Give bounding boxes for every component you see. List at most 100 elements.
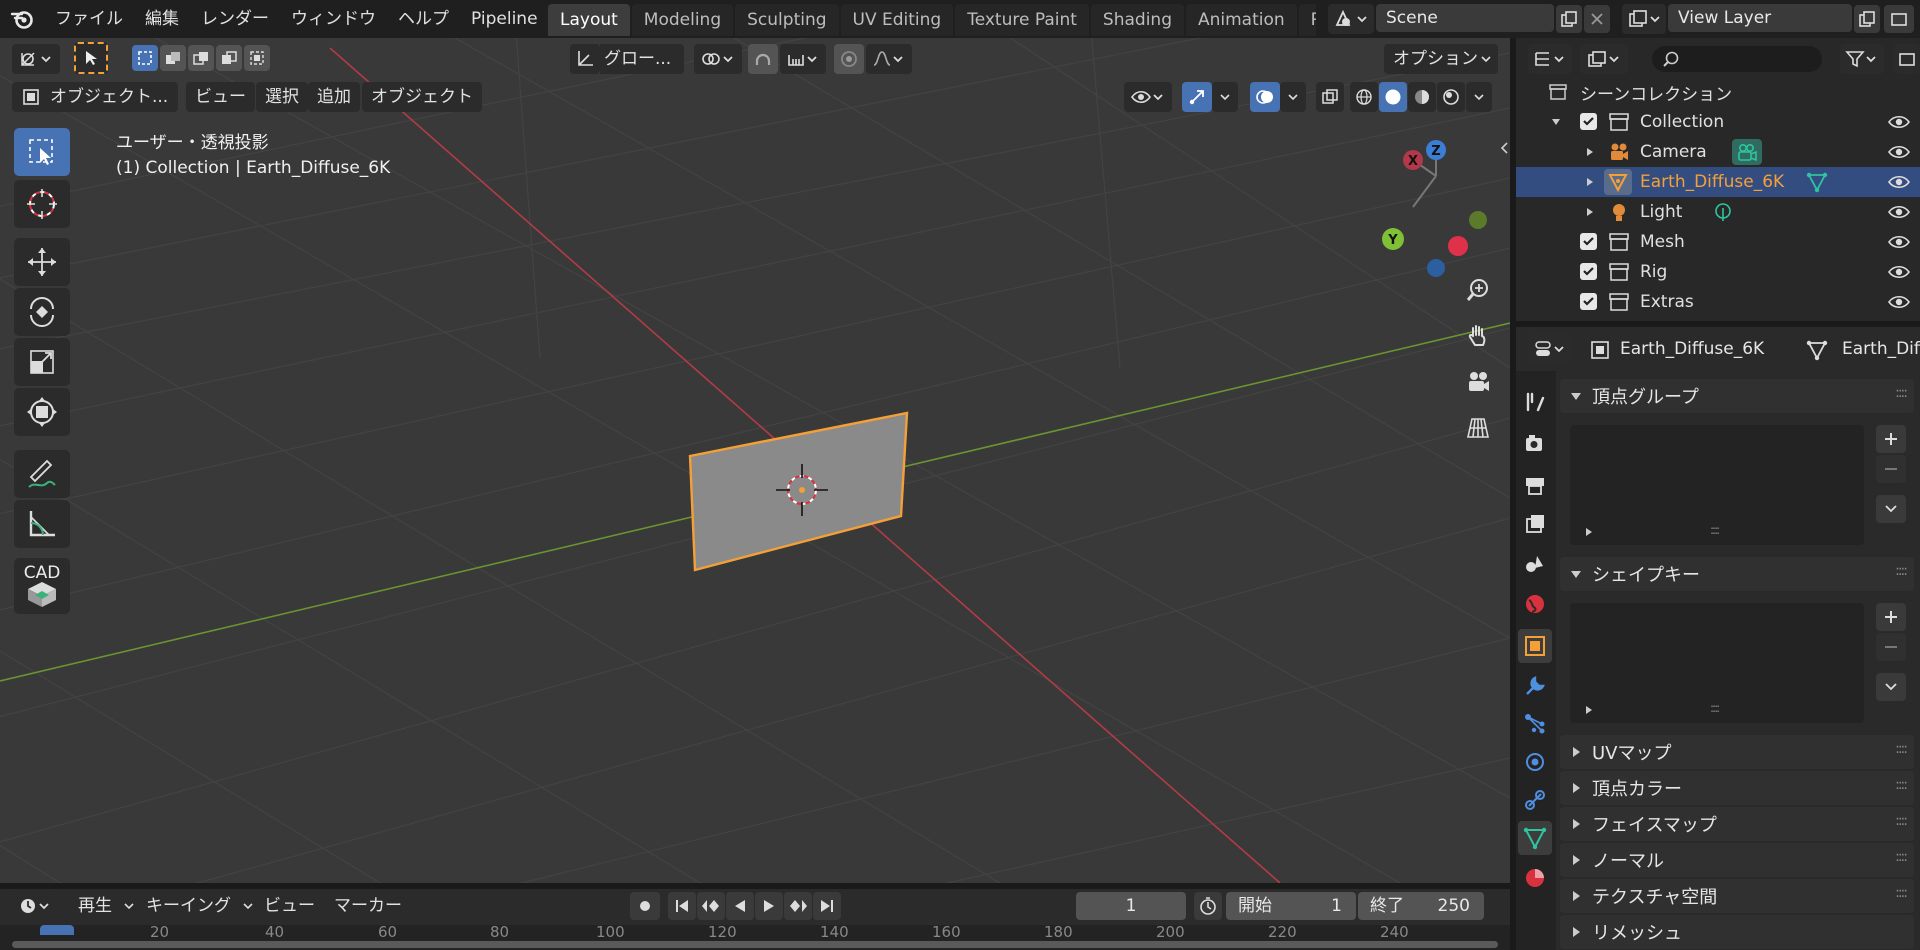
jump-end-icon[interactable] [813,892,841,920]
tab-physics-icon[interactable] [1518,745,1552,779]
tool-annotate[interactable] [14,450,70,498]
timeline-menu-playback[interactable]: 再生 [70,891,143,921]
face-maps-panel-header[interactable]: フェイスマップ :::: [1560,807,1914,841]
outliner-row-earth[interactable]: Earth_Diffuse_6K [1516,167,1920,197]
new-collection-icon[interactable] [1894,44,1920,74]
snap-toggle-icon[interactable] [748,44,778,74]
menu-help[interactable]: ヘルプ [387,4,460,34]
tab-texture-paint[interactable]: Texture Paint [955,4,1089,36]
tool-select-box[interactable] [14,128,70,176]
mode-difference-icon[interactable] [216,45,242,71]
prev-keyframe-icon[interactable] [697,892,725,920]
mode-intersect-icon[interactable] [244,45,270,71]
outliner-row-light[interactable]: Light [1516,197,1920,227]
overlays-toggle-icon[interactable] [1250,82,1280,112]
visibility-icon[interactable] [1124,82,1172,112]
new-scene-icon[interactable] [1556,5,1582,33]
tab-particles-icon[interactable] [1518,707,1552,741]
tab-layout[interactable]: Layout [548,4,630,36]
drag-handle-icon[interactable]: :::: [1895,563,1908,579]
drag-handle-icon[interactable]: :::: [1895,885,1908,901]
remesh-panel-header[interactable]: リメッシュ [1560,915,1914,949]
viewport-menu-object[interactable]: オブジェクト [362,82,482,112]
xray-toggle-icon[interactable] [1316,82,1344,112]
viewport-divider[interactable] [1510,38,1516,950]
normals-panel-header[interactable]: ノーマル :::: [1560,843,1914,877]
collection-checkbox[interactable] [1580,113,1597,130]
filter-icon[interactable] [1840,44,1884,74]
timeline-menu-view[interactable]: ビュー [256,891,323,921]
add-shape-key-icon[interactable] [1876,603,1906,631]
playhead[interactable] [40,925,74,935]
timeline-divider[interactable] [0,883,1510,889]
tab-animation[interactable]: Animation [1185,4,1297,36]
falloff-icon[interactable] [866,44,912,74]
scene-name-field[interactable]: Scene [1376,4,1554,32]
viewport-menu-view[interactable]: ビュー [186,82,255,112]
pivot-point-icon[interactable] [694,44,742,74]
3d-viewport[interactable]: グロー... オプション オブジェクト... ビュー 選択 追加 オブジェクト [0,38,1510,883]
list-resize-handle-icon[interactable]: :::: [1710,523,1720,537]
properties-object-name[interactable]: Earth_Diffuse_6K [1620,339,1764,359]
sidebar-toggle-icon[interactable] [1498,138,1510,158]
tab-object-icon[interactable] [1518,629,1552,663]
drag-handle-icon[interactable]: :::: [1895,777,1908,793]
rig-checkbox[interactable] [1580,263,1597,280]
shading-rendered-icon[interactable] [1437,82,1465,112]
uv-maps-panel-header[interactable]: UVマップ :::: [1560,735,1914,769]
remove-view-layer-icon[interactable] [1884,5,1914,33]
tool-scale[interactable] [14,338,70,386]
proportional-edit-icon[interactable] [834,44,864,74]
new-view-layer-icon[interactable] [1854,5,1880,33]
play-reverse-icon[interactable] [726,892,754,920]
navigation-gizmo[interactable]: Z X Y [1350,128,1500,288]
start-frame-field[interactable]: 開始 1 [1226,892,1356,920]
properties-editor-type-icon[interactable] [1528,334,1572,364]
shape-key-specials-icon[interactable] [1876,673,1906,701]
menu-edit[interactable]: 編集 [134,4,190,34]
camera-view-icon[interactable] [1460,364,1496,400]
outliner-row-extras[interactable]: Extras [1516,287,1920,317]
remove-shape-key-icon[interactable] [1876,633,1906,661]
scene-selector-icon[interactable] [1328,4,1374,34]
options-dropdown[interactable]: オプション [1384,44,1498,74]
select-tool-icon[interactable] [74,42,108,74]
jump-start-icon[interactable] [668,892,696,920]
shading-solid-icon[interactable] [1379,82,1407,112]
shading-wireframe-icon[interactable] [1350,82,1378,112]
tool-cursor[interactable] [14,180,70,228]
display-mode-icon[interactable] [1580,44,1628,74]
tab-modifier-icon[interactable] [1518,669,1552,703]
mode-extend-icon[interactable] [160,45,186,71]
timeline-scrollbar[interactable] [12,941,1498,948]
gizmo-toggle-icon[interactable] [1182,82,1212,112]
mode-subtract-icon[interactable] [188,45,214,71]
shape-keys-list[interactable]: :::: [1570,603,1864,723]
outliner-search-input[interactable] [1652,46,1822,72]
drag-handle-icon[interactable]: :::: [1895,849,1908,865]
remove-vertex-group-icon[interactable] [1876,455,1906,483]
outliner-editor-type-icon[interactable] [1528,44,1572,74]
tab-sculpting[interactable]: Sculpting [735,4,839,36]
transform-orientation-icon[interactable] [570,44,600,74]
mode-set-icon[interactable] [132,45,158,71]
timeline-editor-type-icon[interactable] [12,891,58,921]
preview-range-icon[interactable] [1194,892,1222,920]
overlays-menu-icon[interactable] [1280,82,1306,112]
editor-type-icon[interactable] [12,44,60,74]
tab-output-icon[interactable] [1518,469,1552,503]
tool-rotate[interactable] [14,288,70,336]
timeline-menu-marker[interactable]: マーカー [326,891,410,921]
tab-world-icon[interactable] [1518,587,1552,621]
blender-logo-icon[interactable] [0,0,44,38]
view-layer-icon[interactable] [1622,4,1666,34]
tool-move[interactable] [14,238,70,286]
tab-scene-icon[interactable] [1518,547,1552,581]
properties-data-name[interactable]: Earth_Diff [1842,339,1920,359]
menu-pipeline[interactable]: Pipeline [460,4,549,34]
tab-view-layer-icon[interactable] [1518,507,1552,541]
tab-modeling[interactable]: Modeling [631,4,734,36]
tab-material-icon[interactable] [1518,861,1552,895]
current-frame-field[interactable]: 1 [1076,892,1186,920]
tab-data-icon[interactable] [1518,821,1552,855]
